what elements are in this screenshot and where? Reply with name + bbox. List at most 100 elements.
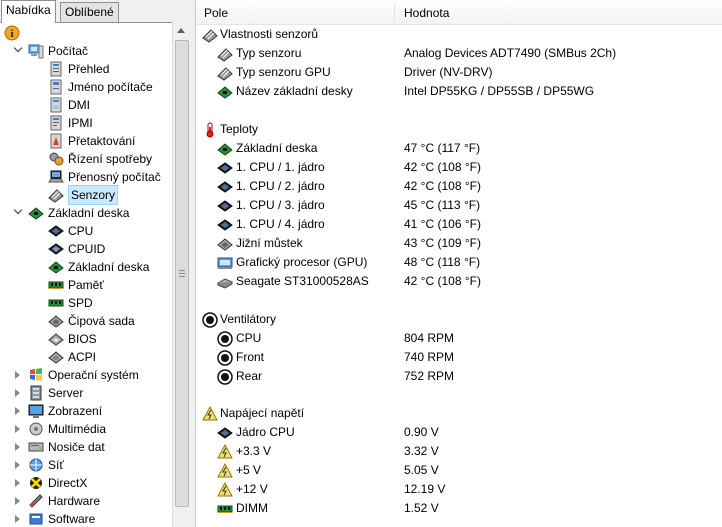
column-header: Pole Hodnota (196, 0, 722, 25)
scroll-thumb[interactable] (175, 40, 189, 507)
sensor-label: Seagate ST31000528AS (236, 274, 369, 288)
group-header[interactable]: Napájecí napětí (196, 404, 722, 423)
group-title: Napájecí napětí (220, 406, 305, 420)
tree-item-label: Zobrazení (48, 404, 103, 418)
display-icon (28, 403, 44, 419)
sensor-value: 0.90 V (404, 425, 439, 439)
expand-arrow-icon[interactable] (15, 425, 20, 433)
sensor-icon (202, 27, 218, 43)
group-title: Ventilátory (220, 312, 277, 326)
sensor-row[interactable]: Název základní desky Intel DP55KG / DP55S… (196, 82, 722, 101)
computer-name-icon (48, 79, 64, 95)
sensor-label: +12 V (236, 482, 268, 496)
sensor-label: Jádro CPU (236, 425, 295, 439)
motherboard-icon (48, 259, 64, 275)
sensor-row[interactable]: Typ senzoru GPU Driver (NV-DRV) (196, 63, 722, 82)
motherboard-icon (28, 205, 44, 221)
tree-item-label: Server (48, 386, 84, 400)
sensor-label: Rear (236, 369, 263, 383)
details-pane: Pole Hodnota Vlastnosti senzorů Typ senzo… (196, 0, 722, 527)
sensor-row[interactable]: Jižní můstek 43 °C (109 °F) (196, 234, 722, 253)
sensor-row[interactable]: 1. CPU / 2. jádro 42 °C (108 °F) (196, 177, 722, 196)
tree-item-label: DirectX (48, 476, 88, 490)
expand-arrow-icon[interactable] (15, 461, 20, 469)
sensor-icon (217, 46, 233, 62)
tree-item-label: ACPI (68, 350, 97, 364)
gpu-icon (217, 255, 233, 271)
sensor-value: 42 °C (108 °F) (404, 274, 481, 288)
tree-item-label: CPUID (68, 242, 106, 256)
chipset-icon (48, 313, 64, 329)
sensor-row[interactable]: Rear 752 RPM (196, 367, 722, 386)
sensor-row[interactable]: +12 V 12.19 V (196, 480, 722, 499)
scroll-up-arrow[interactable] (177, 28, 185, 33)
sensor-icon (48, 187, 64, 203)
tab-favorites[interactable]: Oblíbené (60, 2, 119, 22)
sensor-row[interactable]: 1. CPU / 1. jádro 42 °C (108 °F) (196, 158, 722, 177)
sensor-row[interactable]: Základní deska 47 °C (117 °F) (196, 139, 722, 158)
expand-arrow-icon[interactable] (15, 515, 20, 523)
sensor-value: 5.05 V (404, 463, 439, 477)
sensor-value: 45 °C (113 °F) (404, 198, 481, 212)
sensor-value: 804 RPM (404, 331, 455, 345)
group-header[interactable]: Teploty (196, 120, 722, 139)
multimedia-icon (28, 421, 44, 437)
bios-icon (48, 331, 64, 347)
sensor-row[interactable]: Grafický procesor (GPU) 48 °C (118 °F) (196, 253, 722, 272)
sensor-row[interactable]: CPU 804 RPM (196, 329, 722, 348)
sensor-label: CPU (236, 331, 262, 345)
sensor-row[interactable]: 1. CPU / 4. jádro 41 °C (106 °F) (196, 215, 722, 234)
sensor-value: 12.19 V (404, 482, 446, 496)
group-title: Vlastnosti senzorů (220, 27, 319, 41)
voltage-icon (217, 462, 233, 479)
spd-icon (48, 295, 64, 311)
sensor-label: +5 V (236, 463, 262, 477)
group-header[interactable]: Ventilátory (196, 310, 722, 329)
expand-arrow-icon[interactable] (15, 407, 20, 415)
group-title: Teploty (220, 122, 259, 136)
sensor-row[interactable]: +5 V 5.05 V (196, 461, 722, 480)
collapse-arrow-icon[interactable] (13, 43, 23, 53)
tree-item-label: Přenosný počítač (68, 170, 161, 184)
pane-splitter[interactable] (189, 0, 196, 527)
tree-item-label: Multimédia (48, 422, 107, 436)
group-header[interactable]: Vlastnosti senzorů (196, 25, 722, 44)
voltage-icon (217, 443, 233, 460)
fan-icon (217, 369, 233, 385)
cpu-icon (217, 425, 233, 441)
fan-icon (217, 331, 233, 347)
sensor-label: Jižní můstek (236, 236, 303, 250)
tree-scrollbar[interactable] (172, 22, 190, 527)
tree-item-label: Základní deska (48, 206, 130, 220)
sensor-row[interactable]: Jádro CPU 0.90 V (196, 423, 722, 442)
tree-item-label: Síť (48, 458, 64, 472)
sensor-label: Typ senzoru GPU (236, 65, 331, 79)
sensor-label: Grafický procesor (GPU) (236, 255, 368, 269)
sensor-row[interactable]: Seagate ST31000528AS 42 °C (108 °F) (196, 272, 722, 291)
expand-arrow-icon[interactable] (15, 389, 20, 397)
dmi-icon (48, 97, 64, 113)
sensor-row[interactable]: Typ senzoru Analog Devices ADT7490 (SMBus… (196, 44, 722, 63)
sensor-row[interactable]: +3.3 V 3.32 V (196, 442, 722, 461)
expand-arrow-icon[interactable] (15, 479, 20, 487)
expand-arrow-icon[interactable] (15, 371, 20, 379)
sensor-row[interactable]: Front 740 RPM (196, 348, 722, 367)
acpi-icon (48, 349, 64, 365)
tree-item-label: IPMI (68, 116, 93, 130)
motherboard-icon (217, 84, 233, 100)
sensor-row[interactable]: DIMM 1.52 V (196, 499, 722, 518)
tab-menu[interactable]: Nabídka (1, 0, 56, 23)
expand-arrow-icon[interactable] (15, 497, 20, 505)
voltage-icon (202, 405, 218, 422)
tree-item-label: Přehled (68, 62, 110, 76)
tree-item-label: CPU (68, 224, 94, 238)
chipset-icon (217, 236, 233, 252)
expand-arrow-icon[interactable] (15, 443, 20, 451)
column-header-field[interactable]: Pole (196, 0, 228, 24)
cpu-icon (217, 217, 233, 233)
column-header-value[interactable]: Hodnota (396, 0, 449, 24)
sensor-row[interactable]: 1. CPU / 3. jádro 45 °C (113 °F) (196, 196, 722, 215)
computer-summary-icon (48, 61, 64, 77)
collapse-arrow-icon[interactable] (13, 205, 23, 215)
sensor-label: 1. CPU / 3. jádro (236, 198, 325, 212)
